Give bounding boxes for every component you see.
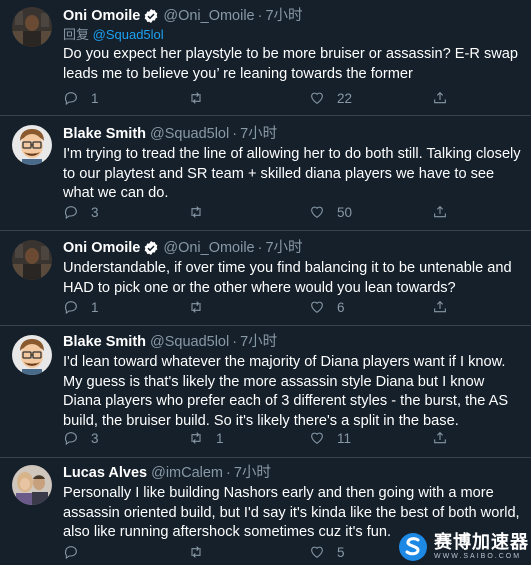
like-count: 5 [337,544,345,560]
timestamp[interactable]: 7小时 [234,463,271,483]
tweet-text: Understandable, if over time you find ba… [63,260,512,296]
retweet-icon [191,92,201,104]
like-count: 6 [337,299,345,315]
like-button[interactable]: 22 [309,88,352,108]
author-handle[interactable]: @Oni_Omoile [163,6,254,26]
cartoon-avatar-icon [12,125,52,165]
like-count: 22 [337,90,353,106]
tweet-actions: 1 6 [63,297,483,317]
share-icon [434,300,446,313]
reply-button[interactable]: 1 [63,297,99,317]
tweet[interactable]: Blake Smith @Squad5lol · 7小时 I'd lean to… [0,326,531,458]
share-button[interactable] [432,88,448,108]
reply-icon [64,301,77,315]
reply-icon [64,546,77,560]
retweet-count: 1 [216,430,224,446]
like-button[interactable]: 6 [309,297,345,317]
share-icon [434,431,446,444]
separator-dot: · [257,240,263,256]
author-handle[interactable]: @Squad5lol [150,124,229,144]
like-count: 11 [337,430,352,446]
author-handle[interactable]: @Squad5lol [150,332,229,352]
author-name[interactable]: Oni Omoile [63,6,140,26]
author-name[interactable]: Lucas Alves [63,463,147,483]
watermark: 赛博加速器 WWW.SAIBO.COM [398,528,531,565]
tweet[interactable]: Blake Smith @Squad5lol · 7小时 I'm trying … [0,116,531,231]
author-name[interactable]: Blake Smith [63,124,146,144]
retweet-button[interactable] [188,297,216,317]
verified-badge-icon [145,241,158,255]
reply-button[interactable]: 1 [63,88,99,108]
heart-icon [311,206,323,218]
author-name[interactable]: Blake Smith [63,332,146,352]
reply-count: 3 [91,430,99,446]
timestamp[interactable]: 7小时 [265,238,302,258]
avatar-oni-omoile[interactable] [12,7,52,47]
like-button[interactable]: 11 [309,428,351,448]
tweet-text: I'm trying to tread the line of allowing… [63,146,521,201]
retweet-icon [191,301,201,313]
reply-icon [64,432,77,446]
replying-to: 回复 @Squad5lol [63,26,521,44]
reply-icon [64,92,77,106]
avatar-photo-icon [12,7,52,47]
reply-to-link[interactable]: @Squad5lol [93,27,164,42]
separator-dot: · [257,8,263,24]
author-handle[interactable]: @imCalem [151,463,223,483]
watermark-en: WWW.SAIBO.COM [434,553,522,560]
reply-button[interactable] [63,542,91,562]
saibo-logo-icon [399,532,427,561]
separator-dot: · [232,126,238,142]
retweet-icon [191,432,201,444]
tweet[interactable]: Oni Omoile @Oni_Omoile · 7小时 Understanda… [0,231,531,326]
heart-icon [311,546,323,558]
reply-button[interactable]: 3 [63,428,99,448]
retweet-button[interactable] [188,542,216,562]
author-handle[interactable]: @Oni_Omoile [163,238,254,258]
heart-icon [311,432,323,444]
share-icon [434,205,446,218]
watermark-cn: 赛博加速器 [434,532,529,552]
retweet-button[interactable] [188,202,216,222]
heart-icon [311,301,323,313]
retweet-button[interactable]: 1 [188,428,224,448]
share-icon [434,91,446,104]
avatar-blake-smith[interactable] [12,125,52,165]
tweet-text: Do you expect her playstyle to be more b… [63,46,519,82]
cartoon-avatar-icon [12,335,52,375]
retweet-icon [191,546,201,558]
reply-count: 1 [91,299,99,315]
tweet-actions: 3 50 [63,202,483,222]
separator-dot: · [232,334,238,350]
timestamp[interactable]: 7小时 [240,332,277,352]
retweet-icon [191,206,201,218]
share-button[interactable] [432,428,448,448]
reply-count: 1 [91,90,99,106]
retweet-button[interactable] [188,88,216,108]
share-button[interactable] [432,202,448,222]
avatar-photo-icon [12,465,52,505]
reply-icon [64,206,77,220]
tweet-actions: 3 1 11 [63,428,483,448]
tweet[interactable]: Oni Omoile @Oni_Omoile · 7小时 回复 @Squad5l… [0,0,531,116]
heart-icon [311,92,323,104]
like-button[interactable]: 5 [309,542,345,562]
timestamp[interactable]: 7小时 [240,124,277,144]
avatar-oni-omoile[interactable] [12,240,52,280]
tweet-text: I'd lean toward whatever the majority of… [63,354,509,429]
tweet-actions: 1 22 [63,88,483,108]
reply-count: 3 [91,204,99,220]
like-button[interactable]: 50 [309,202,352,222]
like-count: 50 [337,204,353,220]
share-button[interactable] [432,297,448,317]
separator-dot: · [226,465,231,481]
timestamp[interactable]: 7小时 [265,6,302,26]
avatar-lucas-alves[interactable] [12,465,52,505]
avatar-photo-icon [12,240,52,280]
verified-badge-icon [145,9,158,23]
author-name[interactable]: Oni Omoile [63,238,140,258]
reply-prefix: 回复 [63,27,90,42]
avatar-blake-smith[interactable] [12,335,52,375]
reply-button[interactable]: 3 [63,202,99,222]
